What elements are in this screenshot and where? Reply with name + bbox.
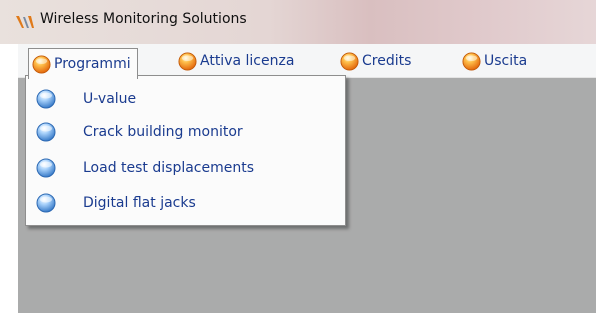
blue-orb-icon (36, 158, 56, 178)
menu-credits[interactable]: Credits (340, 49, 411, 73)
menu-uscita[interactable]: Uscita (462, 49, 527, 73)
menu-label: Attiva licenza (200, 53, 295, 69)
menu-item-crack-building-monitor[interactable]: Crack building monitor (36, 117, 243, 147)
app-logo-icon (16, 16, 34, 28)
programmi-dropdown-menu: U-value Crack building monitor Load test… (25, 75, 346, 226)
menu-label: Programmi (54, 56, 131, 72)
menu-item-load-test-displacements[interactable]: Load test displacements (36, 153, 254, 183)
menu-item-label: Load test displacements (83, 160, 255, 176)
menu-programmi[interactable]: Programmi (28, 48, 138, 79)
menu-item-label: Digital flat jacks (83, 195, 196, 211)
orange-orb-icon (340, 51, 359, 71)
menu-item-label: U-value (83, 91, 137, 107)
menu-item-digital-flat-jacks[interactable]: Digital flat jacks (36, 188, 196, 218)
orange-orb-icon (178, 51, 197, 71)
menu-label: Uscita (484, 53, 528, 69)
blue-orb-icon (36, 193, 56, 213)
blue-orb-icon (36, 89, 56, 109)
menu-item-label: Crack building monitor (83, 124, 243, 140)
menu-label: Credits (362, 53, 412, 69)
title-bar: Wireless Monitoring Solutions (0, 0, 596, 44)
window-left-border (0, 44, 18, 313)
orange-orb-icon (32, 54, 51, 74)
menu-bar: Programmi Attiva licenza Credits Uscita (18, 44, 596, 79)
blue-orb-icon (36, 122, 56, 142)
menu-attiva-licenza[interactable]: Attiva licenza (178, 49, 294, 73)
orange-orb-icon (462, 51, 481, 71)
menu-item-u-value[interactable]: U-value (36, 84, 136, 114)
window-title: Wireless Monitoring Solutions (40, 11, 247, 27)
